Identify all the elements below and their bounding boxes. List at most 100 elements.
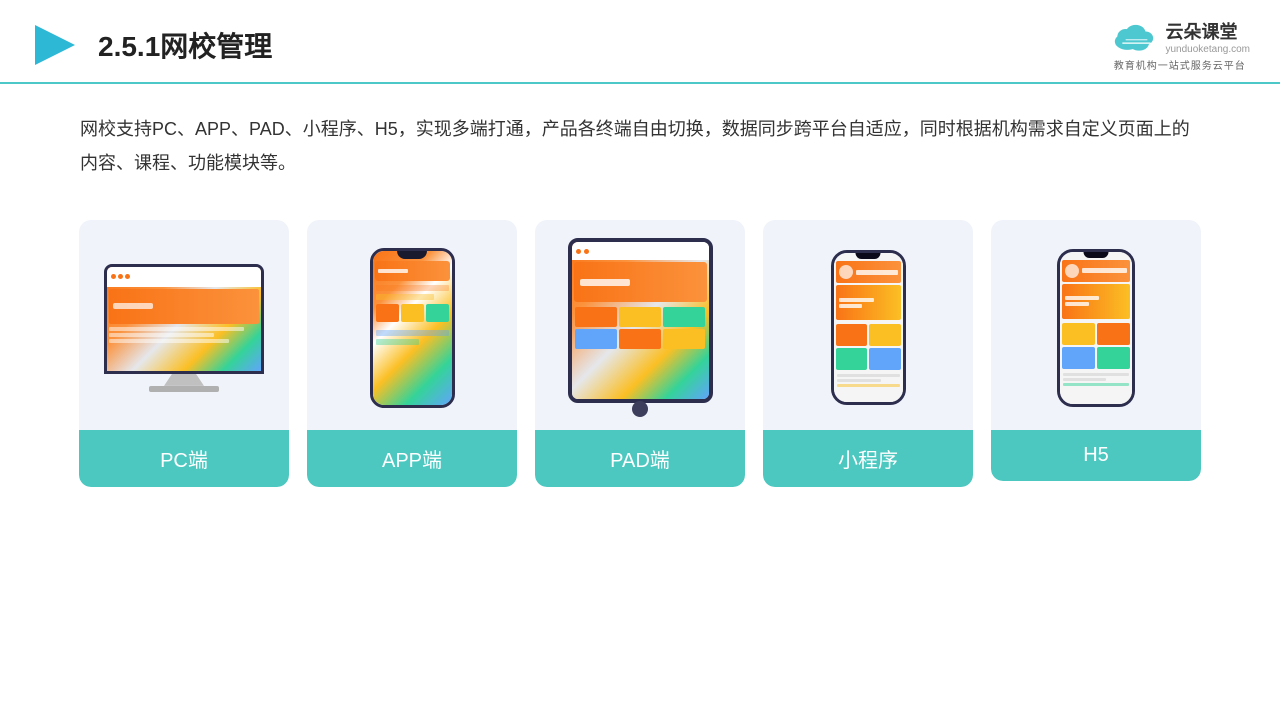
card-pc-label: PC端 — [79, 430, 289, 487]
tablet-cell — [619, 307, 661, 327]
h5-phone-slim-rows — [1060, 371, 1132, 388]
header: 2.5.1网校管理 云朵课堂 yunduoketang.com 教育机构一站式服… — [0, 0, 1280, 84]
slim-row — [837, 379, 881, 382]
phone-slim-header — [836, 261, 901, 283]
slim-card — [869, 324, 901, 346]
tablet-nav — [572, 242, 709, 260]
h5-phone-slim-screen — [1060, 252, 1132, 404]
card-pc-image — [79, 220, 289, 430]
header-left: 2.5.1网校管理 — [30, 20, 272, 70]
banner-line — [839, 298, 874, 302]
monitor-rows — [109, 325, 259, 345]
card-h5-image — [991, 220, 1201, 430]
phone-slim-header-avatar — [839, 265, 853, 279]
h5-phone — [1057, 249, 1135, 407]
card-h5: H5 — [991, 220, 1201, 481]
tablet-cell — [575, 307, 617, 327]
logo-area: 云朵课堂 yunduoketang.com 教育机构一站式服务云平台 — [1109, 18, 1250, 72]
cloud-logo-icon — [1109, 19, 1159, 54]
h5-slim-card — [1097, 323, 1130, 345]
phone-screen-header — [375, 261, 450, 281]
h5-header-avatar — [1065, 264, 1079, 278]
monitor-row — [109, 339, 229, 343]
phone-slim-cards — [834, 322, 903, 372]
tablet-cell — [663, 307, 705, 327]
h5-slim-row — [1063, 373, 1129, 376]
monitor-base — [149, 386, 219, 392]
slim-card — [836, 324, 868, 346]
nav-dot — [125, 274, 130, 279]
phone-screen-text — [378, 269, 408, 273]
h5-slim-card — [1097, 347, 1130, 369]
card-h5-label: H5 — [991, 430, 1201, 481]
monitor-stand — [164, 374, 204, 386]
pc-mockup — [104, 264, 264, 392]
tablet-nav-dot — [584, 249, 589, 254]
phone-mini-card — [426, 304, 449, 322]
phone-slim-screen — [834, 253, 903, 402]
logo-name: 云朵课堂 — [1165, 18, 1250, 44]
logo-cloud: 云朵课堂 yunduoketang.com — [1109, 18, 1250, 55]
tablet-screen — [572, 242, 709, 399]
h5-phone-slim-banner — [1062, 284, 1130, 319]
phone-slim-body — [831, 250, 906, 405]
monitor-body — [104, 264, 264, 374]
cards-container: PC端 — [0, 190, 1280, 507]
h5-header-text — [1082, 268, 1127, 273]
description-text: 网校支持PC、APP、PAD、小程序、H5，实现多端打通，产品各终端自由切换，数… — [0, 84, 1280, 190]
h5-phone-slim-body — [1057, 249, 1135, 407]
card-app-image — [307, 220, 517, 430]
monitor-banner — [109, 289, 259, 324]
phone-notch — [397, 251, 427, 259]
monitor-nav — [107, 267, 261, 287]
phone-slim-header-text — [856, 270, 898, 275]
miniprogram-phone — [831, 250, 906, 405]
tablet-cell — [575, 329, 617, 349]
description-content: 网校支持PC、APP、PAD、小程序、H5，实现多端打通，产品各终端自由切换，数… — [80, 119, 1190, 173]
phone-content-rows — [373, 281, 452, 304]
tablet-banner-text — [580, 279, 630, 286]
monitor-content — [107, 287, 261, 371]
tablet-cell — [619, 329, 661, 349]
slim-row — [837, 374, 900, 377]
monitor-screen — [107, 267, 261, 371]
nav-dot — [118, 274, 123, 279]
monitor-row — [109, 333, 214, 337]
h5-banner-line — [1065, 296, 1099, 300]
phone-row — [376, 339, 420, 345]
phone-row — [376, 285, 449, 291]
logo-tagline: 教育机构一站式服务云平台 — [1114, 57, 1246, 72]
card-miniprogram-image — [763, 220, 973, 430]
card-miniprogram: 小程序 — [763, 220, 973, 487]
card-pad-image — [535, 220, 745, 430]
h5-phone-slim-notch — [1084, 252, 1109, 258]
tablet-grid — [572, 304, 709, 352]
slim-row — [837, 384, 900, 387]
phone-mini-card — [376, 304, 399, 322]
card-app-label: APP端 — [307, 430, 517, 487]
tablet-cell — [663, 329, 705, 349]
nav-dot — [111, 274, 116, 279]
h5-slim-card — [1062, 347, 1095, 369]
phone-mini-card — [401, 304, 424, 322]
card-pad-label: PAD端 — [535, 430, 745, 487]
card-app: APP端 — [307, 220, 517, 487]
brand-play-icon — [30, 20, 80, 70]
page-title: 2.5.1网校管理 — [98, 25, 272, 65]
tablet-mockup — [568, 238, 713, 417]
phone-row — [376, 294, 434, 300]
tablet-body — [568, 238, 713, 403]
phone-screen — [373, 251, 452, 405]
tablet-banner — [574, 262, 707, 302]
phone-cards-row — [373, 304, 452, 322]
card-pad: PAD端 — [535, 220, 745, 487]
banner-line — [839, 304, 863, 308]
h5-banner-line — [1065, 302, 1089, 306]
slim-card — [836, 348, 868, 370]
h5-slim-row — [1063, 383, 1129, 386]
h5-slim-card — [1062, 323, 1095, 345]
phone-mockup — [370, 248, 455, 408]
tablet-nav-dot — [576, 249, 581, 254]
phone-slim-banner — [836, 285, 901, 320]
h5-slim-row — [1063, 378, 1106, 381]
